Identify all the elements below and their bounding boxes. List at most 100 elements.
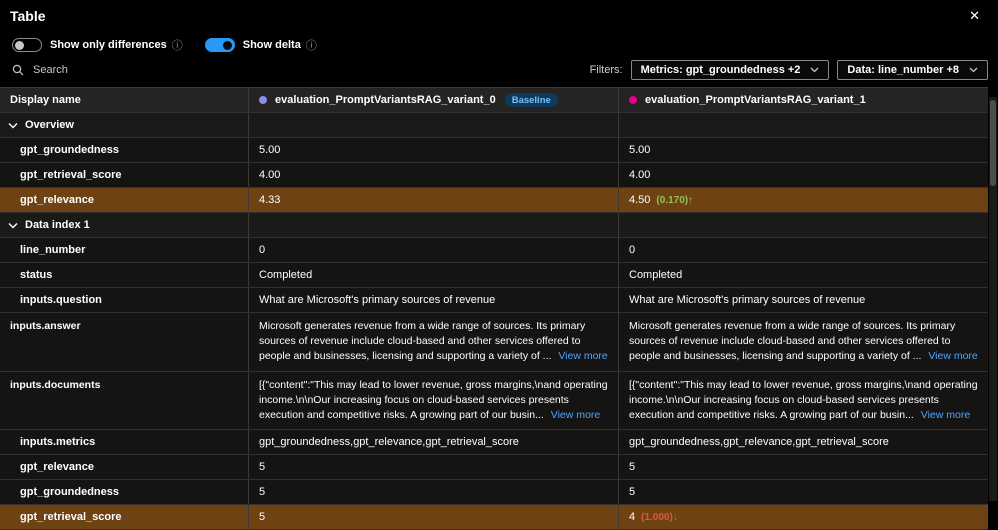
chevron-down-icon (810, 67, 819, 73)
row-label: inputs.metrics (20, 436, 96, 449)
show-delta-control: Show delta ⓘ (204, 37, 317, 53)
variant1-value: 4.50 (629, 194, 651, 206)
variant1-color-dot-icon (629, 96, 637, 104)
info-icon[interactable]: ⓘ (172, 37, 183, 53)
table-header-row: Display name evaluation_PromptVariantsRA… (0, 88, 988, 113)
group-row-data-index-1[interactable]: Data index 1 (0, 213, 988, 238)
table-row-highlighted[interactable]: gpt_relevance 4.33 4.50 (0.170)↑ (0, 188, 988, 213)
variant0-value: gpt_groundedness,gpt_relevance,gpt_retri… (248, 430, 618, 455)
vertical-scrollbar[interactable] (989, 97, 997, 501)
show-only-differences-control: Show only differences ⓘ (12, 37, 183, 53)
variant0-value: 5 (248, 455, 618, 480)
show-delta-label: Show delta (242, 39, 301, 51)
view-more-link[interactable]: View more (921, 409, 970, 421)
variant1-value: gpt_groundedness,gpt_relevance,gpt_retri… (618, 430, 988, 455)
view-more-link[interactable]: View more (551, 409, 600, 421)
view-more-link[interactable]: View more (928, 350, 977, 362)
variant1-value: 4.00 (618, 163, 988, 187)
scrollbar-thumb[interactable] (990, 100, 996, 186)
toolbar: Show only differences ⓘ Show delta ⓘ (0, 28, 998, 55)
column-header-variant1: evaluation_PromptVariantsRAG_variant_1 (618, 88, 988, 112)
variant0-value: Microsoft generates revenue from a wide … (259, 320, 586, 363)
toggle-knob (15, 40, 24, 50)
table-row[interactable]: gpt_groundedness 5.00 5.00 (0, 138, 988, 163)
row-label: gpt_retrieval_score (20, 169, 122, 181)
table-row-highlighted[interactable]: gpt_retrieval_score 5 4 (1.000)↓ (0, 505, 988, 530)
variant0-value: What are Microsoft's primary sources of … (248, 288, 618, 312)
variant0-value: 0 (248, 238, 618, 262)
variant1-value-cell: 4 (1.000)↓ (618, 505, 988, 530)
table-row[interactable]: status Completed Completed (0, 263, 988, 288)
variant0-value-cell: [{"content":"This may lead to lower reve… (248, 371, 618, 430)
group-label: Overview (25, 119, 74, 131)
toggle-knob (222, 40, 232, 50)
show-only-differences-toggle[interactable] (12, 38, 42, 52)
dialog-title: Table (10, 7, 46, 24)
delta-up-badge: (0.170)↑ (656, 194, 694, 206)
row-label: inputs.documents (10, 378, 101, 391)
filters: Filters: Metrics: gpt_groundedness +2 Da… (590, 60, 988, 80)
variant1-value: 5 (618, 455, 988, 480)
variant0-name: evaluation_PromptVariantsRAG_variant_0 (275, 94, 496, 106)
table-row[interactable]: gpt_groundedness 5 5 (0, 480, 988, 506)
metrics-filter-dropdown[interactable]: Metrics: gpt_groundedness +2 (630, 60, 830, 80)
group-cell: Overview (0, 113, 248, 137)
group-label: Data index 1 (25, 219, 90, 231)
delta-down-badge: (1.000)↓ (641, 511, 678, 523)
variant1-value-cell: 4.50 (0.170)↑ (618, 188, 988, 212)
data-filter-label: Data: line_number +8 (847, 64, 959, 76)
variant1-value: Microsoft generates revenue from a wide … (629, 320, 956, 363)
search-input[interactable] (31, 63, 251, 77)
row-label: gpt_groundedness (20, 144, 120, 156)
variant0-value: 5.00 (248, 138, 618, 162)
chevron-down-icon[interactable] (8, 122, 18, 129)
search-box (12, 63, 251, 77)
group-cell: Data index 1 (0, 213, 248, 237)
variant0-value: 5 (248, 505, 618, 530)
table-row[interactable]: inputs.documents [{"content":"This may l… (0, 371, 988, 431)
variant0-color-dot-icon (259, 96, 267, 104)
variant0-value-cell: Microsoft generates revenue from a wide … (248, 313, 618, 371)
table-row[interactable]: gpt_retrieval_score 4.00 4.00 (0, 163, 988, 188)
variant0-value: 4.33 (248, 188, 618, 212)
variant0-value: Completed (248, 263, 618, 287)
table-row[interactable]: inputs.metrics gpt_groundedness,gpt_rele… (0, 430, 988, 456)
comparison-table: Display name evaluation_PromptVariantsRA… (0, 87, 988, 530)
variant1-value: 5.00 (618, 138, 988, 162)
variant1-name: evaluation_PromptVariantsRAG_variant_1 (645, 94, 866, 106)
show-only-differences-label: Show only differences (50, 39, 167, 51)
baseline-badge: Baseline (504, 93, 558, 107)
table-row[interactable]: inputs.question What are Microsoft's pri… (0, 288, 988, 313)
metrics-filter-label: Metrics: gpt_groundedness +2 (640, 64, 801, 76)
view-more-link[interactable]: View more (558, 350, 607, 362)
row-label: inputs.answer (10, 320, 81, 332)
data-filter-dropdown[interactable]: Data: line_number +8 (837, 60, 988, 80)
column-header-display-name: Display name (10, 94, 81, 106)
dialog-titlebar: Table ✕ (0, 0, 998, 28)
row-label: inputs.question (20, 294, 102, 306)
filters-label: Filters: (589, 64, 623, 76)
group-row-overview[interactable]: Overview (0, 113, 988, 138)
chevron-down-icon[interactable] (8, 222, 18, 229)
row-label: status (20, 269, 53, 281)
variant0-value: 4.00 (248, 163, 618, 187)
variant1-value: Completed (618, 263, 988, 287)
search-icon (12, 64, 24, 76)
row-label: gpt_relevance (20, 461, 94, 474)
variant1-value: 4 (629, 511, 636, 524)
chevron-down-icon (969, 67, 978, 73)
show-delta-toggle[interactable] (204, 38, 235, 52)
row-label: gpt_retrieval_score (20, 511, 122, 524)
table-row[interactable]: line_number 0 0 (0, 238, 988, 263)
search-filters-row: Filters: Metrics: gpt_groundedness +2 Da… (0, 55, 998, 87)
variant1-value: What are Microsoft's primary sources of … (618, 288, 988, 312)
column-header-variant0: evaluation_PromptVariantsRAG_variant_0 B… (248, 88, 618, 112)
close-icon[interactable]: ✕ (965, 7, 984, 24)
row-label: gpt_relevance (20, 194, 94, 206)
info-icon[interactable]: ⓘ (306, 37, 317, 53)
variant1-value-cell: [{"content":"This may lead to lower reve… (618, 371, 988, 430)
table-row[interactable]: gpt_relevance 5 5 (0, 455, 988, 481)
table-row[interactable]: inputs.answer Microsoft generates revenu… (0, 313, 988, 372)
row-label: line_number (20, 244, 86, 256)
variant1-value-cell: Microsoft generates revenue from a wide … (618, 313, 988, 371)
